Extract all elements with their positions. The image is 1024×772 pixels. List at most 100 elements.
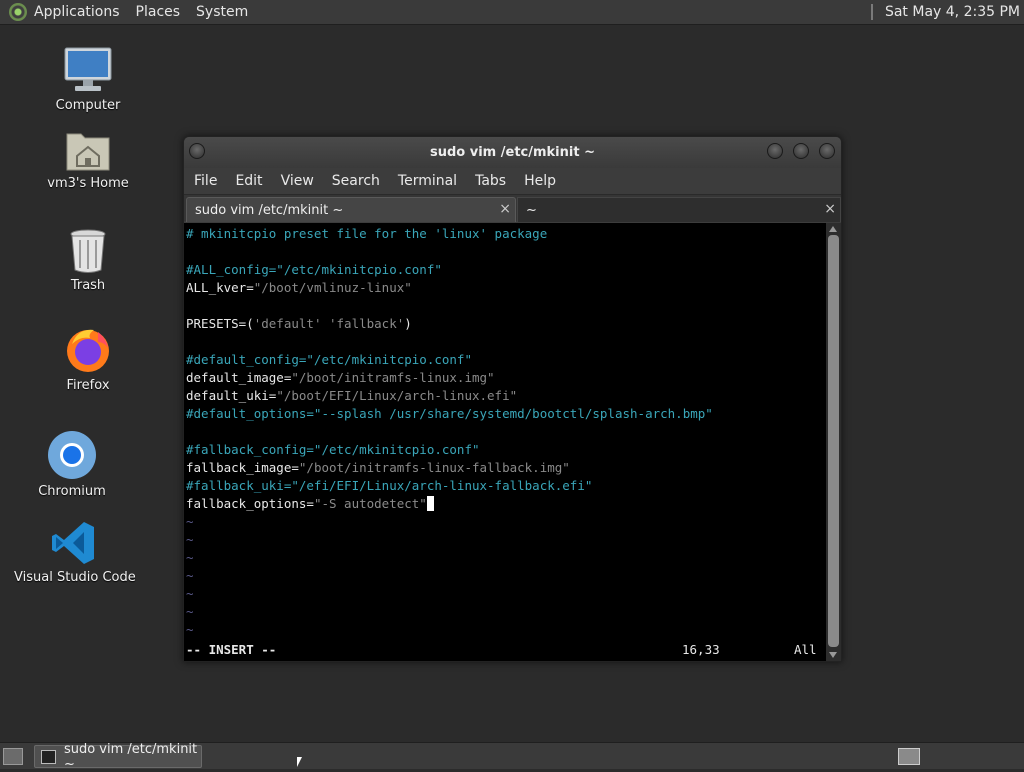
buffer-line <box>186 243 713 261</box>
workspace-switcher[interactable] <box>898 748 920 765</box>
desktop-icon-label: Trash <box>70 278 106 293</box>
buffer-text: "/boot/vmlinuz-linux" <box>253 280 412 295</box>
buffer-text: "/boot/EFI/Linux/arch-linux.efi" <box>276 388 518 403</box>
desktop-icon-firefox[interactable]: Firefox <box>28 326 148 393</box>
buffer-text: #fallback_config="/etc/mkinitcpio.conf" <box>186 442 480 457</box>
desktop-icon-vscode[interactable]: Visual Studio Code <box>14 520 136 585</box>
window-titlebar[interactable]: sudo vim /etc/mkinit ~ <box>184 137 841 168</box>
buffer-line: ~ <box>186 603 713 621</box>
buffer-line: default_uki="/boot/EFI/Linux/arch-linux.… <box>186 387 713 405</box>
trash-icon <box>70 229 106 273</box>
buffer-line: fallback_image="/boot/initramfs-linux-fa… <box>186 459 713 477</box>
buffer-line: PRESETS=('default' 'fallback') <box>186 315 713 333</box>
vim-statusline: -- INSERT -- 16,33 All <box>186 641 822 659</box>
tab-label: ~ <box>526 202 537 218</box>
buffer-line: #fallback_uki="/efi/EFI/Linux/arch-linux… <box>186 477 713 495</box>
menu-applications[interactable]: Applications <box>34 4 120 20</box>
tab-close-icon[interactable]: × <box>499 201 511 217</box>
buffer-text: ~ <box>186 532 194 547</box>
desktop-icon-chromium[interactable]: Chromium <box>12 430 132 499</box>
scrollbar-thumb[interactable] <box>828 235 839 647</box>
buffer-line <box>186 333 713 351</box>
buffer-text: ~ <box>186 514 194 529</box>
home-folder-icon <box>66 133 110 171</box>
menu-search[interactable]: Search <box>332 173 380 189</box>
tab-vim[interactable]: sudo vim /etc/mkinit ~ × <box>186 197 516 222</box>
tab-label: sudo vim /etc/mkinit ~ <box>195 202 344 218</box>
terminal-window[interactable]: sudo vim /etc/mkinit ~ File Edit View Se… <box>183 136 842 662</box>
terminal-content[interactable]: # mkinitcpio preset file for the 'linux'… <box>184 223 826 661</box>
buffer-line: ALL_kver="/boot/vmlinuz-linux" <box>186 279 713 297</box>
cursor-position: 16,33 <box>682 642 720 657</box>
buffer-text: ~ <box>186 604 194 619</box>
menu-system[interactable]: System <box>196 4 248 20</box>
taskbar-item-label: sudo vim /etc/mkinit ~ <box>63 741 198 772</box>
buffer-text: "/boot/initramfs-linux.img" <box>291 370 495 385</box>
desktop-icon-trash[interactable]: Trash <box>28 228 148 293</box>
buffer-text: "-S autodetect" <box>313 496 427 511</box>
tab-home[interactable]: ~ × <box>517 197 841 222</box>
window-menu-button[interactable] <box>189 143 205 159</box>
show-desktop-icon[interactable] <box>3 748 23 765</box>
clock[interactable]: Sat May 4, 2:35 PM <box>885 4 1020 20</box>
menu-view[interactable]: View <box>281 173 314 189</box>
buffer-text: ~ <box>186 568 194 583</box>
buffer-text: ~ <box>186 586 194 601</box>
tab-bar: sudo vim /etc/mkinit ~ × ~ × <box>184 194 841 222</box>
distro-logo-icon[interactable] <box>9 3 27 21</box>
bottom-panel: sudo vim /etc/mkinit ~ <box>0 742 1024 772</box>
menu-tabs[interactable]: Tabs <box>475 173 506 189</box>
buffer-text: default_uki= <box>186 388 277 403</box>
buffer-text <box>321 316 329 331</box>
terminal-icon <box>41 749 56 764</box>
buffer-text: fallback_options= <box>186 496 314 511</box>
buffer-text: 'default' <box>253 316 322 331</box>
desktop-icon-home[interactable]: vm3's Home <box>28 128 148 191</box>
buffer-line: ~ <box>186 621 713 639</box>
vim-buffer[interactable]: # mkinitcpio preset file for the 'linux'… <box>186 225 713 639</box>
buffer-text: ~ <box>186 622 194 637</box>
buffer-text: #ALL_config="/etc/mkinitcpio.conf" <box>186 262 442 277</box>
close-button[interactable] <box>819 143 835 159</box>
terminal-scrollbar[interactable] <box>826 223 841 661</box>
desktop-icon-label: Firefox <box>66 378 110 393</box>
firefox-icon <box>67 329 109 372</box>
minimize-button[interactable] <box>767 143 783 159</box>
desktop-icon-computer[interactable]: Computer <box>28 46 148 113</box>
clock-area: Sat May 4, 2:35 PM <box>870 0 1020 24</box>
tab-close-icon[interactable]: × <box>824 201 836 217</box>
menu-places[interactable]: Places <box>136 4 181 20</box>
buffer-text: #default_config="/etc/mkinitcpio.conf" <box>186 352 472 367</box>
desktop-icon-label: Chromium <box>38 484 106 499</box>
desktop-icon-label: Computer <box>55 98 121 113</box>
scroll-percent: All <box>794 642 817 657</box>
top-panel: Applications Places System Sat May 4, 2:… <box>0 0 1024 25</box>
buffer-text: default_image= <box>186 370 292 385</box>
maximize-button[interactable] <box>793 143 809 159</box>
buffer-line: default_image="/boot/initramfs-linux.img… <box>186 369 713 387</box>
buffer-line: ~ <box>186 549 713 567</box>
buffer-line: ~ <box>186 513 713 531</box>
buffer-text: #default_options="--splash /usr/share/sy… <box>186 406 713 421</box>
computer-icon <box>64 47 112 91</box>
buffer-line <box>186 297 713 315</box>
scroll-up-icon[interactable] <box>829 226 837 232</box>
buffer-line: ~ <box>186 567 713 585</box>
desktop-icon-label: Visual Studio Code <box>14 570 136 585</box>
menu-file[interactable]: File <box>194 173 217 189</box>
vscode-icon <box>52 522 94 564</box>
buffer-text: #fallback_uki="/efi/EFI/Linux/arch-linux… <box>186 478 593 493</box>
taskbar-item-terminal[interactable]: sudo vim /etc/mkinit ~ <box>34 742 202 772</box>
menu-help[interactable]: Help <box>524 173 556 189</box>
buffer-text: # mkinitcpio preset file for the 'linux'… <box>186 226 548 241</box>
buffer-line: #fallback_config="/etc/mkinitcpio.conf" <box>186 441 713 459</box>
buffer-line: #default_options="--splash /usr/share/sy… <box>186 405 713 423</box>
buffer-line: # mkinitcpio preset file for the 'linux'… <box>186 225 713 243</box>
scroll-down-icon[interactable] <box>829 652 837 658</box>
menu-edit[interactable]: Edit <box>235 173 262 189</box>
buffer-text: "/boot/initramfs-linux-fallback.img" <box>298 460 570 475</box>
mouse-pointer-icon <box>297 757 302 767</box>
menu-terminal[interactable]: Terminal <box>398 173 457 189</box>
text-cursor <box>426 496 434 511</box>
buffer-line: #ALL_config="/etc/mkinitcpio.conf" <box>186 261 713 279</box>
